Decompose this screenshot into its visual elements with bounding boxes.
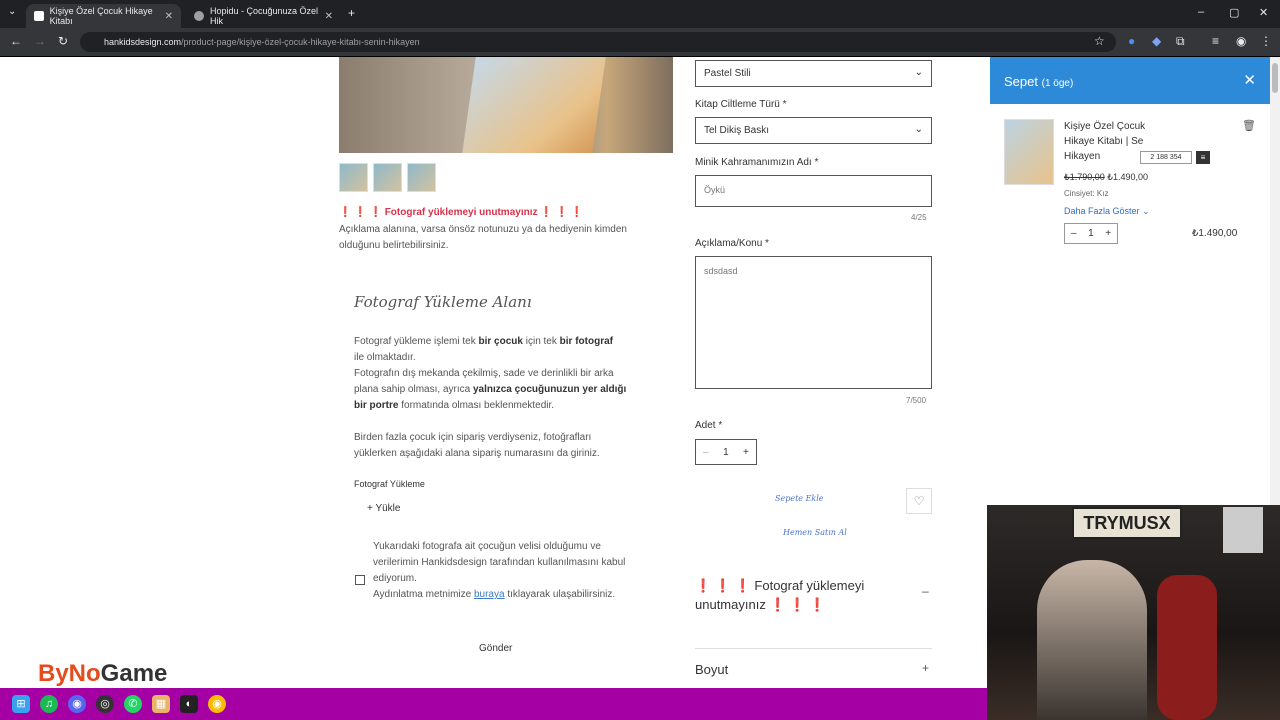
accordion-photo-warning[interactable]: ❗ ❗ ❗ Fotograf yüklemeyi unutmayınız ❗ ❗… xyxy=(695,576,895,614)
description-note: Açıklama alanına, varsa önsöz notunuzu y… xyxy=(339,224,627,251)
address-bar-row: ← → ↻ hankidsdesign.com/product-page/kiş… xyxy=(0,28,1280,56)
chrome-icon[interactable]: ◉ xyxy=(208,695,226,713)
wishlist-heart-icon[interactable]: ♡ xyxy=(906,488,932,514)
description-counter: 7/500 xyxy=(906,396,927,405)
overlay-menu-icon: ≡ xyxy=(1196,151,1210,164)
menu-kebab-icon[interactable]: ⋮ xyxy=(1260,34,1272,48)
upload-section-title: Fotograf Yükleme Alanı xyxy=(354,293,532,311)
minimize-icon[interactable]: – xyxy=(1198,6,1204,18)
cart-item-total: ₺1.490,00 xyxy=(1192,228,1238,239)
binding-label: Kitap Ciltleme Türü * xyxy=(695,99,787,110)
reload-icon[interactable]: ↻ xyxy=(58,34,68,48)
minus-icon[interactable]: – xyxy=(703,447,709,458)
extension-icon[interactable]: ◆ xyxy=(1152,34,1161,48)
buy-now-button[interactable]: Hemen Satın Al xyxy=(783,528,847,537)
bynogame-logo: ByNoGame xyxy=(38,660,168,687)
close-tab-icon[interactable]: ✕ xyxy=(325,11,333,22)
hero-name-counter: 4/25 xyxy=(911,213,927,222)
media-icon[interactable]: ≡ xyxy=(1212,34,1219,48)
quantity-stepper[interactable]: – 1 + xyxy=(695,439,757,465)
accordion-size[interactable]: Boyut xyxy=(695,662,728,677)
close-cart-icon[interactable]: ✕ xyxy=(1243,71,1256,89)
back-icon[interactable]: ← xyxy=(10,34,22,48)
url-path: /product-page/kişiye-özel-çocuk-hikaye-k… xyxy=(181,37,420,47)
binding-select[interactable]: Tel Dikiş Baskı ⌄ xyxy=(695,117,932,144)
wall-poster xyxy=(1223,507,1263,553)
spotify-icon[interactable]: ♫ xyxy=(40,695,58,713)
style-select[interactable]: Pastel Stili ⌄ xyxy=(695,60,932,87)
browser-tab-bar: ⌄ Kişiye Özel Çocuk Hikaye Kitabı ✕ Hopi… xyxy=(0,0,1280,28)
tab-product[interactable]: Kişiye Özel Çocuk Hikaye Kitabı ✕ xyxy=(26,4,181,28)
url-host: hankidsdesign.com xyxy=(104,37,182,47)
plus-icon[interactable]: + xyxy=(743,447,749,458)
game-icon[interactable]: ◐ xyxy=(180,695,198,713)
plus-icon[interactable]: + xyxy=(1105,228,1111,239)
overlay-counter-badge: 2 188 354 xyxy=(1140,151,1192,164)
new-tab-icon[interactable]: + xyxy=(348,6,355,20)
obs-icon[interactable]: ◎ xyxy=(96,695,114,713)
description-textarea[interactable]: sdsdasd xyxy=(695,256,932,389)
hero-name-label: Minik Kahramanımızın Adı * xyxy=(695,157,819,168)
cart-item-attribute: Cinsiyet: Kız xyxy=(1064,189,1109,198)
cart-count: (1 öge) xyxy=(1041,78,1074,89)
bookmark-star-icon[interactable]: ☆ xyxy=(1094,34,1105,48)
streamer xyxy=(1037,560,1147,720)
consent-link[interactable]: buraya xyxy=(474,589,505,600)
cart-header: Sepet (1 öge) ✕ xyxy=(990,57,1270,104)
upload-button[interactable]: + Yükle xyxy=(367,503,400,514)
multi-child-note: Birden fazla çocuk için sipariş verdiyse… xyxy=(354,432,600,459)
windows-start-icon[interactable]: ⊞ xyxy=(12,695,30,713)
cart-item-price: ₺1.790,00 ₺1.490,00 xyxy=(1064,172,1149,182)
whatsapp-icon[interactable]: ✆ xyxy=(124,695,142,713)
profile-icon[interactable]: ◉ xyxy=(1236,34,1246,48)
trash-icon[interactable]: 🗑 xyxy=(1242,119,1256,132)
maximize-icon[interactable]: ▢ xyxy=(1229,6,1239,19)
plus-icon: + xyxy=(367,503,373,514)
collapse-icon[interactable]: – xyxy=(922,584,929,598)
gaming-chair xyxy=(1157,575,1217,720)
globe-icon xyxy=(194,11,204,21)
taskbar: ⊞ ♫ ◉ ◎ ✆ ▦ ◐ ◉ xyxy=(0,688,987,720)
favicon-icon xyxy=(34,11,44,21)
discord-icon[interactable]: ◉ xyxy=(68,695,86,713)
consent-checkbox[interactable] xyxy=(355,575,365,585)
close-tab-icon[interactable]: ✕ xyxy=(165,11,173,22)
product-thumbnail[interactable] xyxy=(373,163,402,192)
photos-icon[interactable]: ▦ xyxy=(152,695,170,713)
close-window-icon[interactable]: ✕ xyxy=(1259,6,1268,19)
tab-hopidu[interactable]: Hopidu - Çocuğunuza Özel Hik ✕ xyxy=(186,4,341,28)
product-thumbnail[interactable] xyxy=(339,163,368,192)
cart-item-image[interactable] xyxy=(1004,119,1054,185)
photo-warning: ❗ ❗ ❗ Fotograf yüklemeyi unutmayınız ❗ ❗… xyxy=(339,207,584,218)
chevron-down-icon: ⌄ xyxy=(914,67,923,78)
url-bar[interactable]: hankidsdesign.com/product-page/kişiye-öz… xyxy=(80,32,1116,52)
quantity-label: Adet * xyxy=(695,420,723,431)
upload-label: Fotograf Yükleme xyxy=(354,479,425,489)
show-more-link[interactable]: Daha Fazla Göster ⌄ xyxy=(1064,206,1150,217)
product-thumbnail[interactable] xyxy=(407,163,436,192)
minus-icon[interactable]: – xyxy=(1071,228,1077,239)
description-label: Açıklama/Konu * xyxy=(695,238,769,249)
chevron-down-icon: ⌄ xyxy=(1142,206,1150,216)
consent-text: Yukarıdaki fotografa ait çocuğun velisi … xyxy=(373,541,626,600)
tab-hopidu-label: Hopidu - Çocuğunuza Özel Hik xyxy=(209,6,319,26)
upload-instructions: Fotograf yükleme işlemi tek bir çocuk iç… xyxy=(354,336,627,411)
webcam-overlay: TRYMUSX xyxy=(987,505,1280,720)
webcam-sign: TRYMUSX xyxy=(1072,507,1182,539)
forward-icon[interactable]: → xyxy=(34,34,46,48)
expand-plus-icon[interactable]: + xyxy=(922,661,929,675)
divider xyxy=(695,648,932,649)
chevron-down-icon: ⌄ xyxy=(914,124,923,135)
add-to-cart-button[interactable]: Sepete Ekle xyxy=(775,494,824,503)
cart-title: Sepet xyxy=(1004,74,1038,89)
tab-search-icon[interactable]: ⌄ xyxy=(8,6,16,17)
submit-button[interactable]: Gönder xyxy=(479,643,512,654)
extensions-puzzle-icon[interactable]: ⧉ xyxy=(1176,34,1185,49)
extension-icon[interactable]: ● xyxy=(1128,34,1135,48)
product-main-image xyxy=(339,57,673,153)
hero-name-input[interactable]: Öykü xyxy=(695,175,932,207)
tab-product-label: Kişiye Özel Çocuk Hikaye Kitabı xyxy=(49,6,153,26)
product-page: ❗ ❗ ❗ Fotograf yüklemeyi unutmayınız ❗ ❗… xyxy=(0,57,990,688)
cart-quantity-stepper[interactable]: – 1 + xyxy=(1064,223,1118,244)
